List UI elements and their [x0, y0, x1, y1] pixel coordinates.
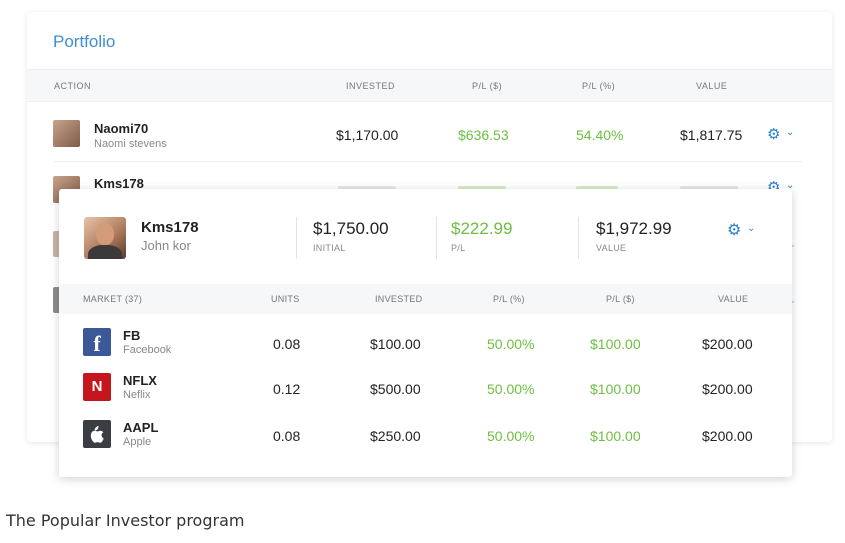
gear-icon[interactable]: ⚙ — [767, 125, 780, 143]
pl-usd-value: $636.53 — [458, 127, 509, 143]
total-value: $200.00 — [702, 336, 753, 352]
stat-divider — [436, 217, 437, 259]
stat-divider — [296, 217, 297, 259]
markets-table-header: MARKET (37) UNITS INVESTED P/L (%) P/L (… — [59, 284, 792, 314]
invested-value: $250.00 — [370, 428, 421, 444]
column-header-invested: INVESTED — [375, 294, 423, 304]
apple-icon — [83, 420, 111, 448]
full-name: John kor — [141, 238, 191, 253]
username: Naomi70 — [94, 121, 149, 136]
column-header-pl-usd: P/L ($) — [606, 294, 635, 304]
column-header-units: UNITS — [271, 294, 300, 304]
invested-value: $500.00 — [370, 381, 421, 397]
invested-value: $1,170.00 — [336, 127, 399, 143]
stat-initial-value: $1,750.00 — [313, 219, 389, 238]
column-header-pl-usd: P/L ($) — [472, 81, 503, 91]
column-header-pl-pct: P/L (%) — [582, 81, 616, 91]
pl-pct-value: 50.00% — [487, 428, 535, 444]
units-value: 0.12 — [273, 381, 301, 397]
column-header-market: MARKET (37) — [83, 294, 143, 304]
pl-usd-value: $100.00 — [590, 381, 641, 397]
stat-divider — [578, 217, 579, 259]
market-ticker: AAPL — [123, 420, 159, 435]
column-header-value: VALUE — [696, 81, 728, 91]
investor-detail-card: Kms178 John kor $1,750.00 INITIAL $222.9… — [59, 189, 792, 477]
pl-pct-value: 50.00% — [487, 381, 535, 397]
total-value: $200.00 — [702, 428, 753, 444]
portfolio-title: Portfolio — [53, 32, 116, 51]
portfolio-table-header: ACTION INVESTED P/L ($) P/L (%) VALUE — [27, 69, 832, 102]
column-header-value: VALUE — [718, 294, 749, 304]
units-value: 0.08 — [273, 428, 301, 444]
market-ticker: FB — [123, 328, 141, 343]
total-value: $1,817.75 — [680, 127, 743, 143]
pl-pct-value: 54.40% — [576, 127, 624, 143]
market-ticker: NFLX — [123, 373, 157, 388]
chevron-down-icon[interactable]: ⌄ — [747, 223, 755, 234]
column-header-action: ACTION — [54, 81, 92, 91]
avatar — [53, 120, 80, 147]
market-company: Apple — [123, 436, 152, 448]
netflix-icon: N — [83, 373, 111, 401]
invested-value: $100.00 — [370, 336, 421, 352]
total-value: $200.00 — [702, 381, 753, 397]
gear-icon[interactable]: ⚙ — [727, 220, 741, 240]
stat-value-label: VALUE — [596, 243, 627, 253]
market-row[interactable]: N NFLX Neflix 0.12 $500.00 50.00% $100.0… — [59, 367, 792, 413]
stat-initial-label: INITIAL — [313, 243, 346, 253]
pl-pct-value: 50.00% — [487, 336, 535, 352]
pl-usd-value: $100.00 — [590, 428, 641, 444]
username: Kms178 — [141, 219, 199, 236]
market-row[interactable]: f FB Facebook 0.08 $100.00 50.00% $100.0… — [59, 322, 792, 368]
pl-usd-value: $100.00 — [590, 336, 641, 352]
market-company: Facebook — [123, 344, 172, 356]
avatar — [84, 217, 126, 259]
portfolio-row[interactable]: Naomi70 Naomi stevens $1,170.00 $636.53 … — [27, 107, 832, 163]
stat-pl-label: P/L — [451, 243, 466, 253]
market-row[interactable]: AAPL Apple 0.08 $250.00 50.00% $100.00 $… — [59, 414, 792, 460]
chevron-down-icon[interactable]: ⌄ — [786, 127, 794, 138]
units-value: 0.08 — [273, 336, 301, 352]
facebook-icon: f — [83, 328, 111, 356]
stat-value-value: $1,972.99 — [596, 219, 672, 238]
market-company: Neflix — [123, 389, 151, 401]
full-name: Naomi stevens — [94, 138, 167, 150]
column-header-invested: INVESTED — [346, 81, 396, 91]
column-header-pl-pct: P/L (%) — [493, 294, 525, 304]
caption: The Popular Investor program — [6, 511, 245, 530]
stat-pl-value: $222.99 — [451, 219, 513, 238]
